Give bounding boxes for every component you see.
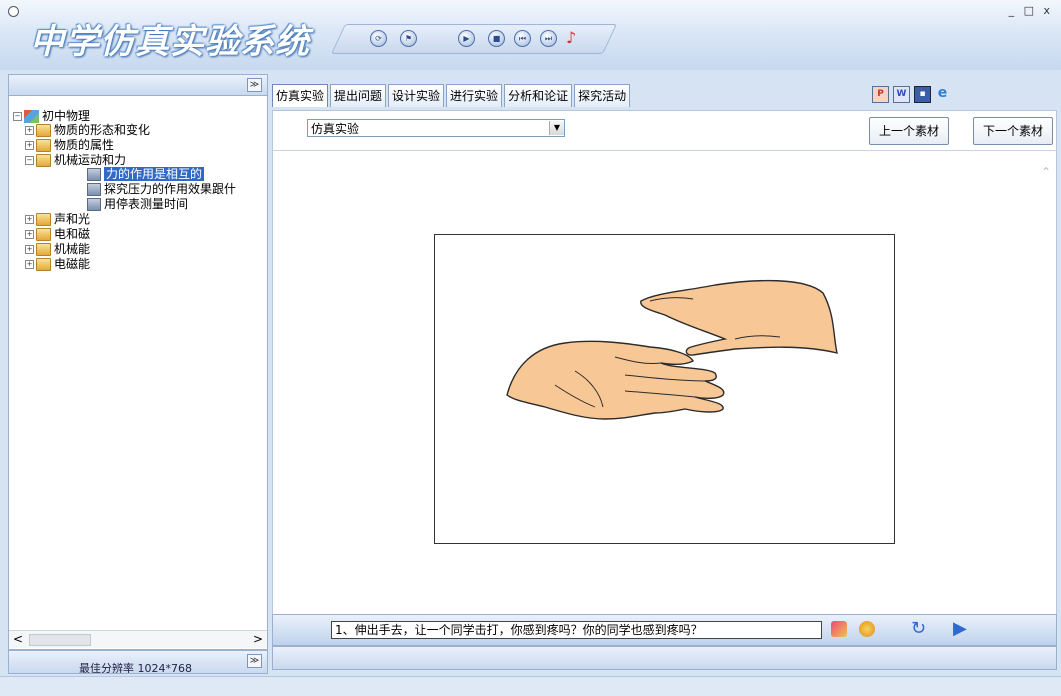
folder-icon	[36, 212, 51, 226]
export-icons: P W ▪ e	[872, 86, 950, 103]
tree-label: 机械能	[54, 242, 91, 256]
question-caption: 1、伸出手去，让一个同学击打，你感到疼吗？你的同学也感到疼吗？	[331, 621, 822, 639]
course-tree: − 初中物理 + 物质的形态和变化 + 物质的属性 − 机械运动和力 力的作用是…	[13, 101, 267, 621]
tab-analysis[interactable]: 分析和论证	[504, 84, 573, 107]
window-bottom-border	[0, 676, 1061, 696]
window-controls[interactable]: _ □ x	[1009, 4, 1053, 17]
sidebar-header: ≫	[9, 75, 267, 96]
tab-inquiry[interactable]: 探究活动	[574, 84, 631, 107]
play-icon[interactable]: ▶	[458, 30, 475, 47]
tree-label: 探究压力的作用效果跟什	[104, 182, 237, 196]
tree-label-selected: 力的作用是相互的	[104, 167, 205, 181]
experiment-icon	[87, 182, 101, 196]
footer-collapse-button[interactable]: ≫	[247, 654, 262, 668]
tree-node-folder[interactable]: + 物质的属性	[25, 138, 114, 152]
tree-label: 机械运动和力	[54, 153, 127, 167]
scroll-up-icon[interactable]: ⌃	[1041, 165, 1051, 179]
ie-icon[interactable]: e	[935, 86, 950, 101]
music-icon[interactable]: ♪	[566, 28, 576, 47]
books-icon	[24, 109, 39, 123]
sidebar-footer: 最佳分辨率 1024*768 ≫	[8, 650, 268, 674]
scroll-left-icon[interactable]: <	[13, 632, 23, 646]
flag-icon[interactable]: ⚑	[400, 30, 417, 47]
replay-icon[interactable]: ↻	[911, 618, 926, 639]
tab-conduct-experiment[interactable]: 进行实验	[446, 84, 503, 107]
app-title: 中学仿真实验系统	[30, 22, 310, 62]
folder-icon	[36, 257, 51, 271]
expand-toggle-icon[interactable]: +	[25, 229, 34, 239]
tree-node-folder[interactable]: + 电和磁	[25, 227, 90, 241]
caption-bar: 1、伸出手去，让一个同学击打，你感到疼吗？你的同学也感到疼吗？ ↻ ▶	[272, 614, 1057, 646]
tree-label: 电和磁	[54, 227, 91, 241]
rewind-icon[interactable]: ⏮	[514, 30, 531, 47]
folder-icon	[36, 227, 51, 241]
tree-node-folder[interactable]: + 机械能	[25, 242, 90, 256]
tree-label: 用停表测量时间	[104, 197, 189, 211]
tree-node-leaf[interactable]: 探究压力的作用效果跟什	[87, 182, 236, 196]
tree-node-folder[interactable]: + 物质的形态和变化	[25, 123, 150, 137]
folder-icon	[36, 242, 51, 256]
hands-svg	[506, 279, 838, 420]
tree-node-folder[interactable]: − 机械运动和力	[25, 153, 126, 167]
forward-icon[interactable]: ⏭	[540, 30, 557, 47]
experiment-icon	[87, 197, 101, 211]
next-material-button[interactable]: 下一个素材	[973, 117, 1054, 145]
tab-ask-question[interactable]: 提出问题	[330, 84, 387, 107]
folder-open-icon	[36, 153, 51, 167]
powerpoint-icon[interactable]: P	[872, 86, 889, 103]
tree-node-leaf[interactable]: 力的作用是相互的	[87, 167, 205, 181]
tree-label: 电磁能	[54, 257, 91, 271]
sidebar-collapse-button[interactable]: ≫	[247, 78, 262, 92]
hands-illustration	[434, 234, 895, 544]
refresh-icon[interactable]: ⟳	[370, 30, 387, 47]
experiment-icon	[87, 167, 101, 181]
sidebar: ≫ − 初中物理 + 物质的形态和变化 + 物质的属性 − 机械运动和力 力的作…	[8, 74, 268, 650]
folder-icon	[36, 138, 51, 152]
tree-node-leaf[interactable]: 用停表测量时间	[87, 197, 188, 211]
tree-label: 初中物理	[42, 109, 91, 123]
material-select[interactable]: 仿真实验 ▼	[307, 119, 565, 137]
next-step-icon[interactable]: ▶	[953, 618, 967, 639]
main-panel: 仿真实验 提出问题 设计实验 进行实验 分析和论证 探究活动 P W ▪ e 仿…	[268, 74, 1057, 674]
book-icon[interactable]	[831, 621, 847, 637]
resolution-hint: 最佳分辨率 1024*768	[79, 662, 192, 673]
tree-label: 声和光	[54, 212, 91, 226]
collapse-toggle-icon[interactable]: −	[13, 111, 22, 121]
tab-simulation[interactable]: 仿真实验	[272, 84, 329, 107]
app-menu-icon[interactable]	[8, 6, 19, 17]
chevron-down-icon[interactable]: ▼	[549, 121, 564, 135]
horizontal-scrollbar[interactable]: < >	[9, 630, 267, 648]
tree-node-folder[interactable]: + 声和光	[25, 212, 90, 226]
scroll-thumb[interactable]	[29, 634, 91, 646]
apple-icon[interactable]	[859, 621, 875, 637]
material-toolbar: 仿真实验 ▼ 上一个素材 下一个素材	[272, 110, 1057, 151]
word-icon[interactable]: W	[893, 86, 910, 103]
tree-label: 物质的属性	[54, 138, 115, 152]
tab-strip: 仿真实验 提出问题 设计实验 进行实验 分析和论证 探究活动	[272, 84, 632, 108]
expand-toggle-icon[interactable]: +	[25, 125, 34, 135]
expand-toggle-icon[interactable]: +	[25, 259, 34, 269]
status-bar	[272, 646, 1057, 670]
material-select-value: 仿真实验	[311, 121, 360, 136]
tab-design-experiment[interactable]: 设计实验	[388, 84, 445, 107]
tree-label: 物质的形态和变化	[54, 123, 151, 137]
collapse-toggle-icon[interactable]: −	[25, 155, 34, 165]
tree-node-folder[interactable]: + 电磁能	[25, 257, 90, 271]
simulation-canvas[interactable]: ⌃	[272, 150, 1057, 616]
expand-toggle-icon[interactable]: +	[25, 140, 34, 150]
expand-toggle-icon[interactable]: +	[25, 244, 34, 254]
stop-icon[interactable]: ■	[488, 30, 505, 47]
title-bar: 中学仿真实验系统 ⟳ ⚑ ▶ ■ ⏮ ⏭ ♪ _ □ x	[0, 0, 1061, 70]
prev-material-button[interactable]: 上一个素材	[869, 117, 950, 145]
folder-icon	[36, 123, 51, 137]
tree-node-root[interactable]: − 初中物理	[13, 109, 90, 123]
expand-toggle-icon[interactable]: +	[25, 214, 34, 224]
save-icon[interactable]: ▪	[914, 86, 931, 103]
scroll-right-icon[interactable]: >	[253, 632, 263, 646]
